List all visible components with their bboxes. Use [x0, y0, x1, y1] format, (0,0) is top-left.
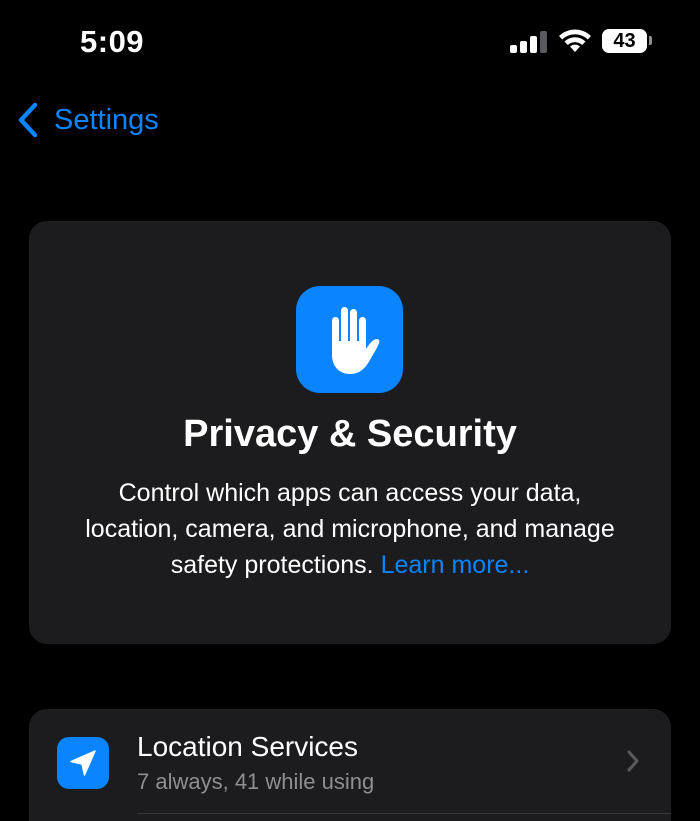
page-description: Control which apps can access your data,…: [69, 475, 631, 583]
privacy-header-card: Privacy & Security Control which apps ca…: [29, 221, 671, 644]
wifi-icon: [559, 29, 591, 52]
row-title: Location Services: [137, 731, 359, 762]
row-divider: [137, 813, 671, 814]
settings-list: Location Services 7 always, 41 while usi…: [29, 709, 671, 821]
description-text: Control which apps can access your data,…: [85, 479, 615, 579]
battery-cap: [649, 36, 652, 45]
back-button-label: Settings: [54, 103, 159, 136]
row-subtitle: 7 always, 41 while using: [137, 769, 375, 794]
row-location-services[interactable]: Location Services 7 always, 41 while usi…: [29, 709, 671, 814]
status-bar: 5:09 43: [0, 0, 700, 84]
battery-indicator: 43: [602, 29, 647, 53]
screen: 5:09 43 Settings Privacy & Security Cont…: [0, 0, 700, 821]
status-time: 5:09: [80, 24, 145, 59]
cellular-signal-icon: [510, 31, 548, 53]
chevron-right-icon: [627, 750, 639, 772]
chevron-left-icon: [18, 102, 38, 138]
location-arrow-icon: [57, 737, 109, 789]
raised-hand-icon: [296, 286, 403, 393]
page-title: Privacy & Security: [183, 413, 517, 455]
learn-more-link[interactable]: Learn more...: [381, 551, 530, 579]
back-button[interactable]: Settings: [16, 98, 159, 142]
